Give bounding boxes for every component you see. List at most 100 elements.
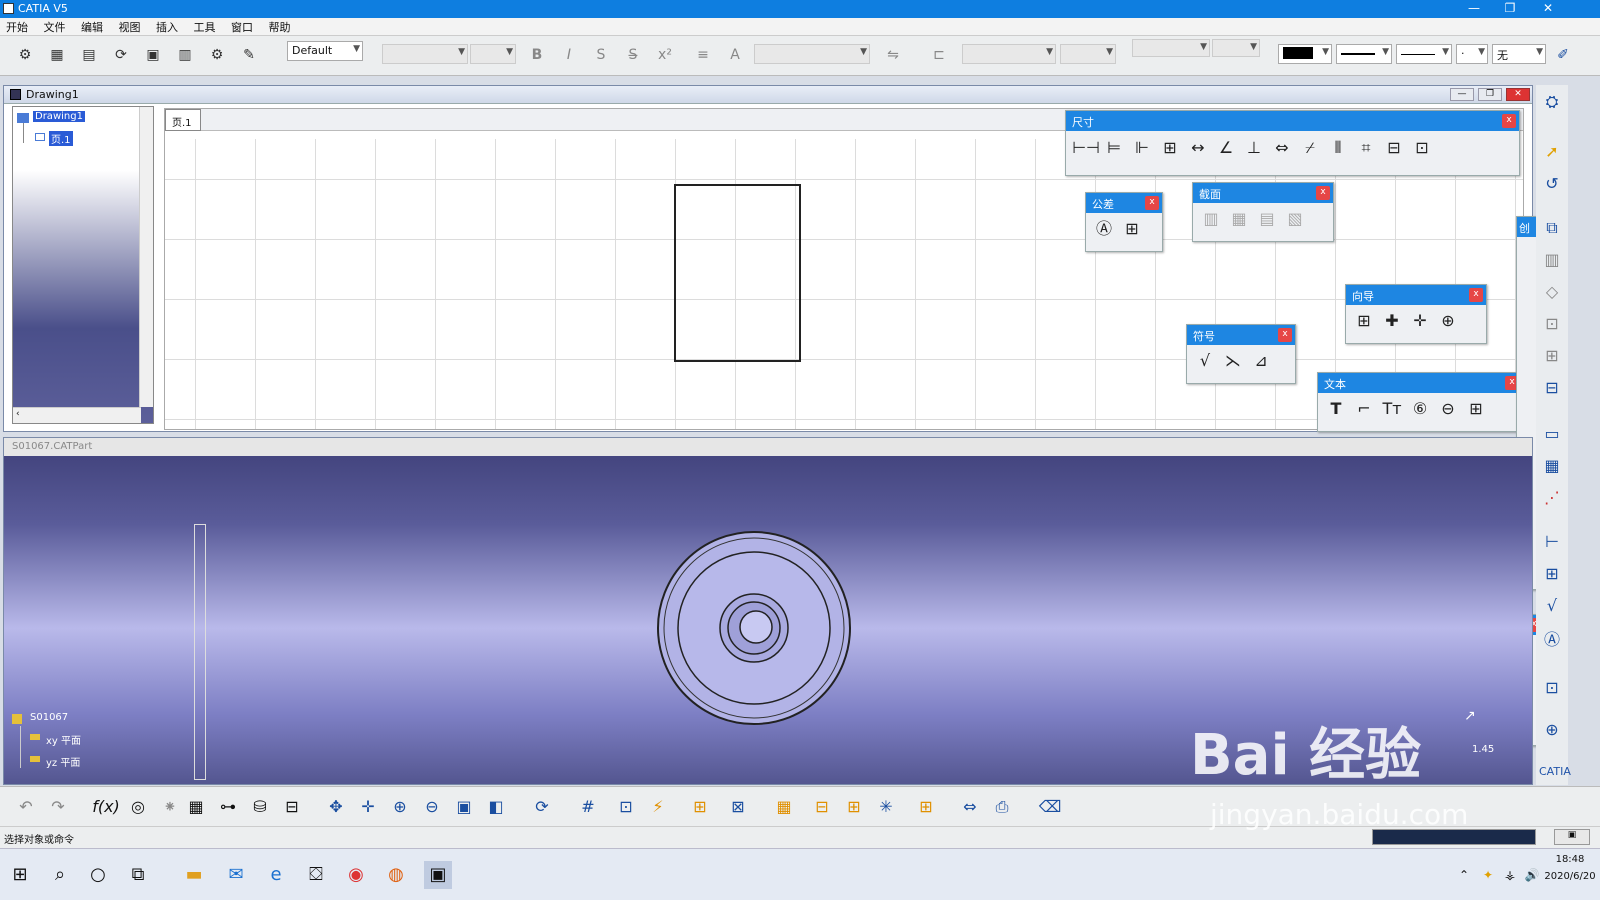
point-table-icon[interactable]: ⊡ <box>1408 135 1436 161</box>
dimension-tool-icon[interactable]: ⇋ <box>880 42 906 68</box>
fit-all-icon[interactable]: ✥ <box>322 793 350 821</box>
catia-taskbar-icon[interactable]: ▣ <box>424 861 452 889</box>
knowledge-icon[interactable]: ◎ <box>124 793 152 821</box>
text-sidebar-icon[interactable]: Ⓐ <box>1539 627 1565 653</box>
text-leader-icon[interactable]: ⌐ <box>1350 396 1378 422</box>
grid-display-icon[interactable]: ▦ <box>770 793 798 821</box>
pan-icon[interactable]: ✛ <box>354 793 382 821</box>
layer-combo-2[interactable]: ▼ <box>1212 39 1260 57</box>
zoom-area-icon[interactable]: ▣ <box>450 793 478 821</box>
align-icon[interactable]: ≡ <box>690 42 716 68</box>
thread-dimension-icon[interactable]: ⫴ <box>1324 135 1352 161</box>
search-icon[interactable]: ⌕ <box>46 861 74 889</box>
drawing-minimize-button[interactable]: — <box>1450 88 1474 101</box>
store-icon[interactable]: ⛋ <box>302 861 330 889</box>
radius-dimension-icon[interactable]: ⊥ <box>1240 135 1268 161</box>
close-icon[interactable]: x <box>1502 114 1516 128</box>
measure-icon[interactable]: ⊏ <box>926 42 952 68</box>
light-icon[interactable]: ⁕ <box>156 793 184 821</box>
sheet-tab[interactable]: 页.1 <box>165 109 201 131</box>
menu-tools[interactable]: 工具 <box>188 18 222 36</box>
view-icon[interactable]: ▣ <box>140 42 166 68</box>
minimize-button[interactable]: — <box>1456 0 1492 18</box>
firefox-icon[interactable]: ◍ <box>382 861 410 889</box>
table-icon[interactable]: ⊞ <box>1462 396 1490 422</box>
edge-icon[interactable]: e <box>262 861 290 889</box>
bold-icon[interactable]: B <box>524 42 550 68</box>
file-explorer-icon[interactable]: ▬ <box>180 861 208 889</box>
clipping-icon[interactable]: ⊞ <box>1539 343 1565 369</box>
redo-icon[interactable]: ↷ <box>44 793 72 821</box>
view-frame[interactable] <box>674 184 801 362</box>
painter-icon[interactable]: ✐ <box>1550 42 1576 68</box>
layer-combo[interactable]: ▼ <box>1132 39 1210 57</box>
italic-icon[interactable]: I <box>556 42 582 68</box>
part-tree-item-xy[interactable]: xy 平面 <box>46 732 81 747</box>
datum-feature-icon[interactable]: Ⓐ <box>1090 216 1118 242</box>
menu-view[interactable]: 视图 <box>113 18 147 36</box>
chained-dimension-icon[interactable]: ⊨ <box>1100 135 1128 161</box>
menu-insert[interactable]: 插入 <box>150 18 184 36</box>
tree-horizontal-scrollbar[interactable]: ‹ <box>13 407 141 423</box>
chrome-icon[interactable]: ◉ <box>342 861 370 889</box>
close-button[interactable]: ✕ <box>1530 0 1566 18</box>
angle-dimension-icon[interactable]: ∠ <box>1212 135 1240 161</box>
style-combo[interactable]: Default ▼ <box>287 41 363 61</box>
constraint-icon[interactable]: ⊞ <box>686 793 714 821</box>
tree-vertical-scrollbar[interactable] <box>139 107 153 407</box>
font-size-combo[interactable]: ▼ <box>470 44 516 64</box>
tree-item-sheet[interactable]: 页.1 <box>49 131 73 146</box>
underline-icon[interactable]: S <box>588 42 614 68</box>
front-view-icon[interactable]: ✚ <box>1378 308 1406 334</box>
command-input[interactable] <box>1372 829 1536 845</box>
top-view-icon[interactable]: ✛ <box>1406 308 1434 334</box>
zoom-out-icon[interactable]: ⊖ <box>418 793 446 821</box>
dimension-icon[interactable]: ⊢⊣ <box>1072 135 1100 161</box>
font-combo[interactable]: ▼ <box>382 44 468 64</box>
precision-combo[interactable]: ▼ <box>1060 44 1116 64</box>
filter-icon[interactable]: ⊠ <box>724 793 752 821</box>
eraser-icon[interactable]: ⌫ <box>1036 793 1064 821</box>
menu-edit[interactable]: 编辑 <box>75 18 109 36</box>
hole-table-icon[interactable]: ⊟ <box>1380 135 1408 161</box>
detail-icon[interactable]: ⊡ <box>1539 311 1565 337</box>
none-combo[interactable]: 无 ▼ <box>1492 44 1546 64</box>
menu-window[interactable]: 窗口 <box>225 18 259 36</box>
print-icon[interactable]: ⎙ <box>988 793 1016 821</box>
part-tree-item-yz[interactable]: yz 平面 <box>46 754 80 769</box>
section-view-icon[interactable]: ▥ <box>1197 206 1225 232</box>
drawing-restore-button[interactable]: ❐ <box>1478 88 1502 101</box>
analysis-icon[interactable]: ⚡ <box>644 793 672 821</box>
color-combo[interactable]: ▼ <box>1278 44 1332 64</box>
projection-icon[interactable]: ▥ <box>1539 247 1565 273</box>
rotate-icon[interactable]: ↺ <box>1539 171 1565 197</box>
line-type-combo[interactable]: ▼ <box>1336 44 1392 64</box>
text-frame-icon[interactable]: A <box>722 42 748 68</box>
length-dimension-icon[interactable]: ↔ <box>1184 135 1212 161</box>
text-icon[interactable]: T <box>1322 396 1350 422</box>
geometry-icon[interactable]: ⋰ <box>1539 485 1565 511</box>
text-replicate-icon[interactable]: Tт <box>1378 396 1406 422</box>
menu-file[interactable]: 文件 <box>38 18 72 36</box>
view-frame-icon[interactable]: ⊞ <box>840 793 868 821</box>
new-drawing-icon[interactable]: ⚙ <box>12 42 38 68</box>
dimension-properties-icon[interactable]: ⊞ <box>1539 561 1565 587</box>
frame-icon[interactable]: ▥ <box>172 42 198 68</box>
cumulated-dimension-icon[interactable]: ⊩ <box>1128 135 1156 161</box>
annotation-sidebar-icon[interactable]: √ <box>1539 593 1565 619</box>
command-button[interactable]: ▣ <box>1554 829 1590 845</box>
part-3d-model[interactable] <box>644 523 864 743</box>
geometric-tolerance-icon[interactable]: ⊞ <box>1118 216 1146 242</box>
chamfer-dimension-icon[interactable]: ⌿ <box>1296 135 1324 161</box>
coordinate-dimension-icon[interactable]: ⌗ <box>1352 135 1380 161</box>
tree-root-drawing[interactable]: Drawing1 <box>33 111 85 122</box>
update-icon[interactable]: ⟳ <box>108 42 134 68</box>
catalog-icon[interactable]: ⛁ <box>246 793 274 821</box>
tree-view-icon[interactable]: ⊶ <box>214 793 242 821</box>
tolerance-combo[interactable]: ▼ <box>962 44 1056 64</box>
gears-icon[interactable]: ⚙ <box>204 42 230 68</box>
diameter-dimension-icon[interactable]: ⇔ <box>1268 135 1296 161</box>
stacked-dimension-icon[interactable]: ⊞ <box>1156 135 1184 161</box>
point-style-combo[interactable]: · ▼ <box>1456 44 1488 64</box>
task-view-icon[interactable]: ⧉ <box>124 861 152 889</box>
